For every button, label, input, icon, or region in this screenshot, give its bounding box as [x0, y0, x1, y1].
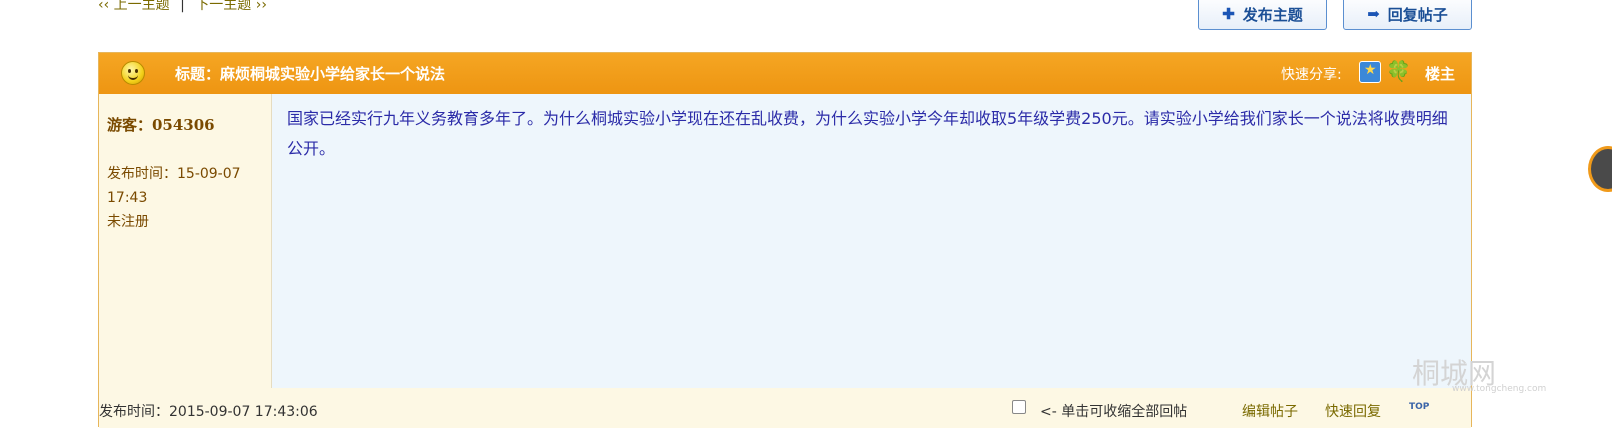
watermark-url: www.tongcheng.com [1452, 384, 1547, 394]
footer-post-time: 发布时间：2015-09-07 17:43:06 [99, 404, 318, 420]
post-container: 标题：麻烦桐城实验小学给家长一个说法 快速分享: 🍀 楼主 游客：054306 … [98, 52, 1472, 428]
reply-label: 回复帖子 [1387, 5, 1448, 24]
registration-status: 未注册 [107, 214, 149, 230]
nav-separator: | [180, 0, 185, 13]
smiley-icon [121, 61, 145, 85]
share-label: 快速分享: [1281, 67, 1342, 83]
floor-label: 楼主 [1425, 65, 1456, 83]
new-topic-button[interactable]: ✚ 发布主题 [1198, 0, 1327, 30]
collapse-replies-checkbox[interactable] [1012, 400, 1026, 414]
next-topic-link[interactable]: 下一主题 ›› [195, 0, 267, 13]
author-name: 游客：054306 [107, 116, 215, 134]
floating-side-widget[interactable] [1588, 146, 1612, 192]
reply-button[interactable]: ➡ 回复帖子 [1343, 0, 1472, 30]
edit-post-link[interactable]: 编辑帖子 [1242, 401, 1298, 421]
collapse-replies-label: <- 单击可收缩全部回帖 [1040, 404, 1188, 420]
new-topic-label: 发布主题 [1242, 5, 1303, 24]
prev-topic-link[interactable]: ‹‹ 上一主题 [98, 0, 170, 13]
post-body: 国家已经实行九年义务教育多年了。为什么桐城实验小学现在还在乱收费，为什么实验小学… [287, 109, 1448, 158]
top-link[interactable]: TOP [1409, 402, 1429, 412]
quick-reply-link[interactable]: 快速回复 [1325, 401, 1381, 421]
post-header: 标题：麻烦桐城实验小学给家长一个说法 快速分享: 🍀 楼主 [99, 53, 1471, 94]
clover-share-icon[interactable]: 🍀 [1386, 59, 1411, 83]
post-title: 标题：麻烦桐城实验小学给家长一个说法 [175, 65, 446, 83]
author-post-time: 发布时间：15-09-07 17:43 [107, 166, 241, 206]
post-content: 国家已经实行九年义务教育多年了。为什么桐城实验小学现在还在乱收费，为什么实验小学… [272, 94, 1471, 388]
arrow-right-icon: ➡ [1367, 5, 1380, 23]
post-footer: 发布时间：2015-09-07 17:43:06 <- 单击可收缩全部回帖 编辑… [99, 388, 1471, 428]
author-sidebar: 游客：054306 发布时间：15-09-07 17:43 未注册 [99, 94, 272, 388]
plus-icon: ✚ [1222, 5, 1235, 23]
topic-navigation: ‹‹ 上一主题 | 下一主题 ›› [98, 0, 267, 14]
qzone-share-icon[interactable] [1359, 61, 1381, 83]
